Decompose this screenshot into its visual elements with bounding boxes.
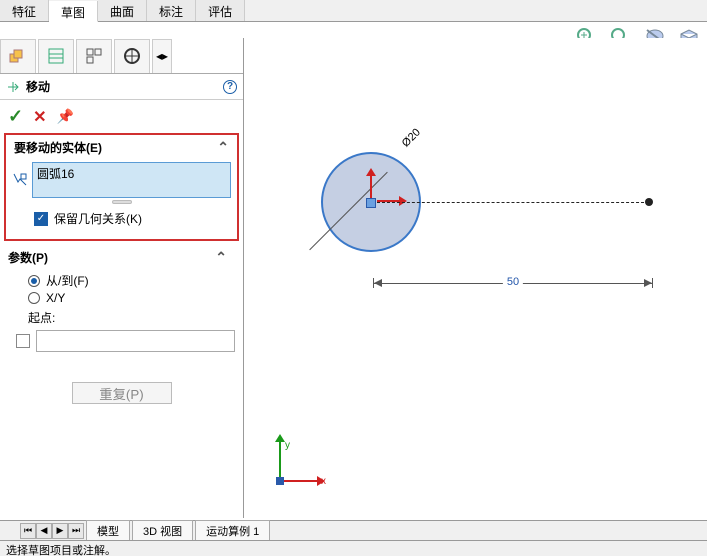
pin-button[interactable]: 📌 bbox=[57, 108, 74, 125]
diameter-dim[interactable]: Ø20 bbox=[400, 126, 423, 149]
params-header: 参数(P) bbox=[8, 249, 48, 266]
btab-model[interactable]: 模型 bbox=[86, 520, 130, 542]
btab-motion[interactable]: 运动算例 1 bbox=[195, 520, 270, 542]
fromto-radio[interactable] bbox=[28, 275, 40, 287]
entity-item[interactable]: 圆弧16 bbox=[37, 165, 226, 182]
nav-first[interactable]: ⏮ bbox=[20, 523, 36, 539]
entity-select-icon bbox=[12, 172, 28, 188]
xy-radio[interactable] bbox=[28, 292, 40, 304]
resize-handle[interactable] bbox=[112, 200, 132, 204]
nav-next[interactable]: ▶ bbox=[52, 523, 68, 539]
start-label: 起点: bbox=[28, 309, 235, 326]
collapse-params-icon[interactable]: ⌃ bbox=[215, 249, 227, 266]
more-tabs[interactable]: ◂▸ bbox=[152, 39, 172, 73]
linear-dim-50[interactable]: 50 bbox=[373, 278, 653, 288]
origin-marker[interactable] bbox=[366, 198, 376, 208]
keep-relations-checkbox[interactable]: ✓ bbox=[34, 212, 48, 226]
keep-relations-label: 保留几何关系(K) bbox=[54, 210, 142, 227]
fromto-label: 从/到(F) bbox=[46, 272, 89, 289]
tab-sketch[interactable]: 草图 bbox=[49, 1, 98, 22]
entities-highlight-box: 要移动的实体(E) ⌃ 圆弧16 ✓ 保留几何关系(K) bbox=[4, 133, 239, 241]
line-endpoint[interactable] bbox=[645, 198, 653, 206]
point-icon bbox=[16, 334, 30, 348]
config-tab[interactable] bbox=[76, 39, 112, 73]
xy-label: X/Y bbox=[46, 291, 65, 305]
manip-y-icon[interactable] bbox=[370, 174, 372, 198]
entity-list[interactable]: 圆弧16 bbox=[32, 162, 231, 198]
status-bar: 选择草图项目或注解。 bbox=[0, 540, 707, 556]
tab-features[interactable]: 特征 bbox=[0, 0, 49, 21]
feature-tree-tab[interactable] bbox=[0, 39, 36, 73]
tab-annotation[interactable]: 标注 bbox=[147, 0, 196, 21]
construction-line[interactable] bbox=[377, 202, 649, 203]
repeat-button: 重复(P) bbox=[72, 382, 172, 404]
cancel-button[interactable]: ✕ bbox=[33, 107, 46, 127]
move-cmd-icon bbox=[6, 80, 20, 94]
nav-last[interactable]: ⏭ bbox=[68, 523, 84, 539]
cmd-title: 移动 bbox=[26, 78, 50, 95]
start-point-input[interactable] bbox=[36, 330, 235, 352]
property-tab[interactable] bbox=[38, 39, 74, 73]
dimx-tab[interactable] bbox=[114, 39, 150, 73]
graphics-canvas[interactable]: Ø20 50 y x bbox=[245, 38, 707, 520]
btab-3dview[interactable]: 3D 视图 bbox=[132, 520, 193, 542]
entities-header: 要移动的实体(E) bbox=[14, 139, 102, 156]
collapse-icon[interactable]: ⌃ bbox=[217, 139, 229, 156]
tab-surface[interactable]: 曲面 bbox=[98, 0, 147, 21]
nav-prev[interactable]: ◀ bbox=[36, 523, 52, 539]
help-icon[interactable]: ? bbox=[223, 80, 237, 94]
ok-button[interactable]: ✓ bbox=[8, 106, 23, 127]
tab-evaluate[interactable]: 评估 bbox=[196, 0, 245, 21]
